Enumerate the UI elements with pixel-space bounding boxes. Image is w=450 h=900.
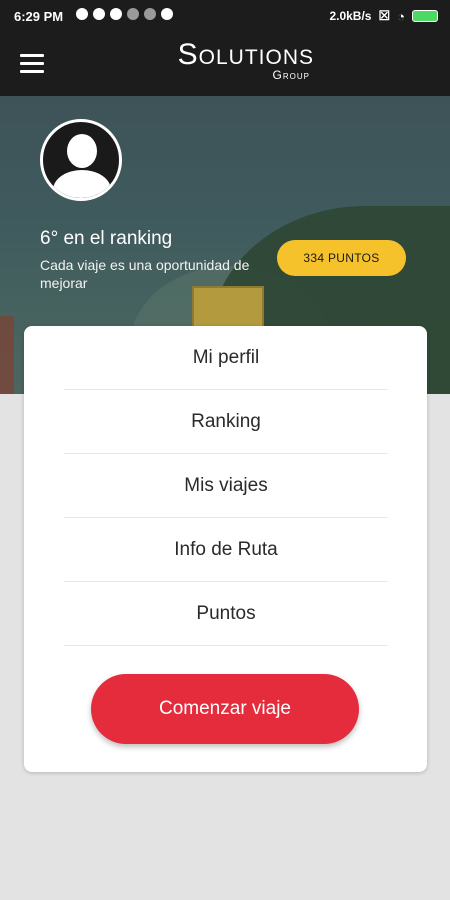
app-icon	[110, 8, 122, 20]
avatar-shoulders	[53, 170, 111, 198]
sim-icon: ☒	[378, 8, 391, 23]
status-right: 2.0kB/s ☒ ◔	[329, 8, 438, 24]
wifi-icon: ◔	[397, 8, 405, 24]
menu-item-puntos[interactable]: Puntos	[64, 582, 388, 646]
ranking-text: 6° en el ranking	[40, 228, 173, 249]
app-bar: Solutions Group	[0, 32, 450, 96]
logo-main: Solutions	[177, 38, 314, 71]
menu-card: Mi perfil Ranking Mis viajes Info de Rut…	[24, 326, 427, 772]
hero-post	[0, 316, 14, 394]
motto-text: Cada viaje es una oportunidad de mejorar	[40, 257, 250, 291]
menu-item-mi-perfil[interactable]: Mi perfil	[64, 326, 388, 390]
check-icon	[76, 8, 88, 20]
points-badge[interactable]: 334 PUNTOS	[277, 240, 406, 276]
notification-icons	[76, 8, 173, 20]
dot-icon	[127, 8, 139, 20]
status-time: 6:29 PM	[14, 9, 64, 24]
solutions-group-logo: Solutions Group	[158, 38, 314, 83]
avatar[interactable]	[40, 119, 122, 201]
menu-item-ranking[interactable]: Ranking	[64, 390, 388, 454]
net-speed: 2.0kB/s	[329, 9, 372, 23]
avatar-head	[67, 134, 97, 168]
mail-icon	[93, 8, 105, 20]
battery-icon	[412, 10, 438, 22]
menu-item-info-de-ruta[interactable]: Info de Ruta	[64, 518, 388, 582]
status-bar: 6:29 PM 2.0kB/s ☒ ◔	[0, 0, 450, 32]
hamburger-menu-icon[interactable]	[20, 54, 44, 74]
start-trip-button[interactable]: Comenzar viaje	[91, 674, 359, 744]
play-store-icon	[161, 8, 173, 20]
menu-item-mis-viajes[interactable]: Mis viajes	[64, 454, 388, 518]
dot-icon	[144, 8, 156, 20]
